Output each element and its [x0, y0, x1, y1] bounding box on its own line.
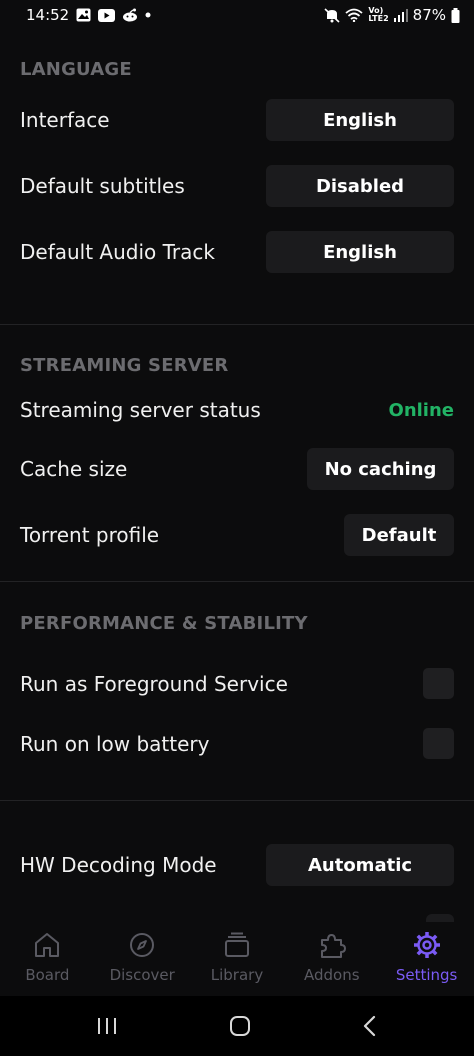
nav-addons-label: Addons — [304, 966, 360, 984]
interface-label: Interface — [20, 108, 110, 132]
default-audio-select[interactable]: English — [266, 231, 454, 273]
default-subtitles-label: Default subtitles — [20, 174, 185, 198]
interface-language-select[interactable]: English — [266, 99, 454, 141]
compass-icon — [128, 930, 156, 960]
server-status-value: Online — [388, 400, 454, 421]
server-status-label: Streaming server status — [20, 398, 261, 422]
puzzle-icon — [318, 930, 346, 960]
nav-board-label: Board — [25, 966, 70, 984]
low-battery-label: Run on low battery — [20, 732, 210, 756]
status-bar: 14:52 Vo) LTE2 87% — [0, 0, 474, 30]
system-nav-bar — [0, 996, 474, 1056]
foreground-service-checkbox[interactable] — [423, 668, 454, 699]
battery-percent: 87% — [412, 6, 446, 24]
section-title-streaming: STREAMING SERVER — [20, 355, 229, 376]
nav-library-label: Library — [210, 966, 264, 984]
section-divider — [0, 324, 474, 325]
section-divider — [0, 581, 474, 582]
torrent-profile-select[interactable]: Default — [344, 514, 454, 556]
partial-control[interactable] — [426, 914, 454, 922]
cache-size-label: Cache size — [20, 457, 128, 481]
back-icon[interactable] — [362, 1015, 378, 1037]
battery-icon — [451, 7, 460, 23]
cache-size-select[interactable]: No caching — [307, 448, 454, 490]
torrent-profile-label: Torrent profile — [20, 523, 160, 547]
nav-addons[interactable]: Addons — [284, 922, 379, 996]
mute-icon — [324, 7, 340, 23]
home-icon — [33, 930, 61, 960]
wifi-icon — [345, 8, 363, 22]
section-title-language: LANGUAGE — [20, 59, 132, 80]
nav-board[interactable]: Board — [0, 922, 95, 996]
foreground-service-label: Run as Foreground Service — [20, 672, 288, 696]
network-type: Vo) LTE2 — [368, 6, 389, 23]
section-title-performance: PERFORMANCE & STABILITY — [20, 613, 308, 634]
nav-settings-label: Settings — [395, 966, 458, 984]
reddit-icon — [122, 8, 138, 22]
gear-icon — [413, 930, 441, 960]
bottom-nav: Board Discover Library Addons Settings — [0, 922, 474, 996]
low-battery-checkbox[interactable] — [423, 728, 454, 759]
home-button-icon[interactable] — [229, 1015, 251, 1037]
nav-discover-label: Discover — [109, 966, 175, 984]
hw-decoding-label: HW Decoding Mode — [20, 853, 217, 877]
clock: 14:52 — [26, 6, 70, 24]
hw-decoding-select[interactable]: Automatic — [266, 844, 454, 886]
nav-discover[interactable]: Discover — [95, 922, 190, 996]
nav-library[interactable]: Library — [190, 922, 285, 996]
nav-settings[interactable]: Settings — [379, 922, 474, 996]
youtube-icon — [98, 8, 116, 22]
default-audio-label: Default Audio Track — [20, 240, 215, 264]
default-subtitles-select[interactable]: Disabled — [266, 165, 454, 207]
section-divider — [0, 800, 474, 801]
gallery-icon — [76, 8, 91, 22]
settings-content: LANGUAGE Interface English Default subti… — [0, 30, 474, 922]
signal-icon — [393, 8, 408, 22]
notification-dot-icon — [145, 12, 151, 18]
library-icon — [223, 930, 251, 960]
recent-apps-icon[interactable] — [96, 1016, 118, 1036]
